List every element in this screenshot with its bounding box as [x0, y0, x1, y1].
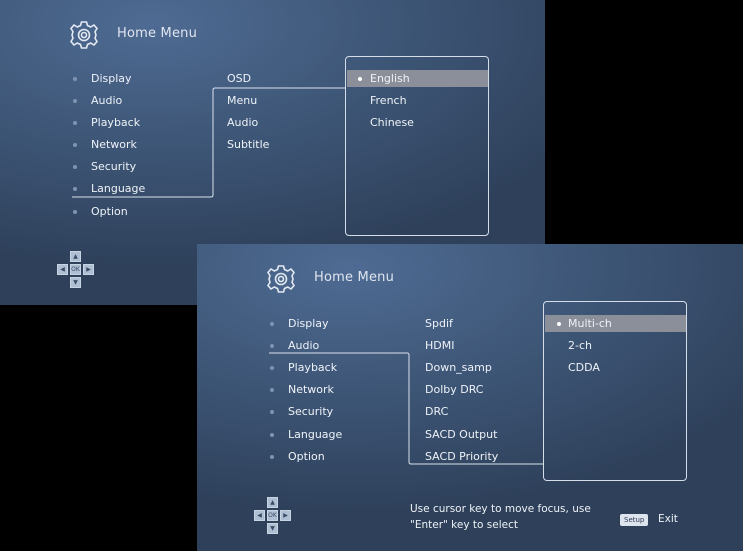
option-multi-ch[interactable]: Multi-ch [568, 317, 612, 330]
arrow-down-icon: ▼ [70, 277, 81, 288]
bullet-icon [73, 210, 77, 214]
menu-item-display[interactable]: Display [288, 317, 329, 330]
help-line-2: "Enter" key to select [410, 519, 518, 531]
option-2-ch[interactable]: 2-ch [568, 339, 592, 352]
page-title: Home Menu [314, 270, 395, 285]
menu-item-audio[interactable]: Audio [91, 94, 122, 107]
bullet-icon [270, 388, 274, 392]
bullet-icon [73, 187, 77, 191]
arrow-down-icon: ▼ [267, 523, 278, 534]
option-french[interactable]: French [370, 94, 407, 107]
menu-item-playback[interactable]: Playback [288, 361, 337, 374]
ok-key-icon: OK [267, 510, 278, 521]
bullet-icon [73, 77, 77, 81]
bullet-icon [270, 433, 274, 437]
page-title: Home Menu [117, 26, 198, 41]
menu-item-display[interactable]: Display [91, 72, 132, 85]
submenu-item-dolby-drc[interactable]: Dolby DRC [425, 383, 484, 396]
exit-label: Exit [658, 513, 678, 525]
submenu-item-drc[interactable]: DRC [425, 405, 448, 418]
arrow-up-icon: ▲ [70, 251, 81, 262]
arrow-right-icon: ▶ [83, 264, 94, 275]
submenu-item-hdmi[interactable]: HDMI [425, 339, 454, 352]
selected-dot-icon [557, 322, 561, 326]
menu-item-security[interactable]: Security [288, 405, 333, 418]
menu-item-option[interactable]: Option [288, 450, 325, 463]
help-text: Use cursor key to move focus, use "Enter… [410, 501, 591, 533]
arrow-left-icon: ◀ [57, 264, 68, 275]
ok-key-icon: OK [70, 264, 81, 275]
bullet-icon [270, 455, 274, 459]
arrow-right-icon: ▶ [280, 510, 291, 521]
menu-item-language[interactable]: Language [91, 182, 145, 195]
submenu-item-subtitle[interactable]: Subtitle [227, 138, 269, 151]
bullet-icon [270, 344, 274, 348]
option-english[interactable]: English [370, 72, 410, 85]
arrow-left-icon: ◀ [254, 510, 265, 521]
bullet-icon [270, 366, 274, 370]
selected-dot-icon [358, 77, 362, 81]
bullet-icon [270, 322, 274, 326]
bullet-icon [73, 165, 77, 169]
bullet-icon [73, 121, 77, 125]
submenu-item-spdif[interactable]: Spdif [425, 317, 453, 330]
option-highlight [347, 70, 488, 87]
option-highlight [545, 315, 686, 332]
bullet-icon [270, 410, 274, 414]
menu-item-network[interactable]: Network [91, 138, 137, 151]
gear-icon [267, 265, 295, 293]
setup-key-icon[interactable]: Setup [620, 514, 649, 526]
bullet-icon [73, 99, 77, 103]
dpad-icon: ▲ ◀ OK ▶ ▼ [57, 251, 95, 289]
submenu-item-audio[interactable]: Audio [227, 116, 258, 129]
arrow-up-icon: ▲ [267, 497, 278, 508]
bullet-icon [73, 143, 77, 147]
menu-item-playback[interactable]: Playback [91, 116, 140, 129]
menu-item-option[interactable]: Option [91, 205, 128, 218]
gear-icon [70, 21, 98, 49]
menu-item-security[interactable]: Security [91, 160, 136, 173]
menu-item-audio[interactable]: Audio [288, 339, 319, 352]
home-menu-screen-audio: Home Menu Display Audio Playback Network… [197, 244, 743, 551]
dpad-icon: ▲ ◀ OK ▶ ▼ [254, 497, 292, 535]
option-chinese[interactable]: Chinese [370, 116, 414, 129]
submenu-item-down-samp[interactable]: Down_samp [425, 361, 492, 374]
menu-item-language[interactable]: Language [288, 428, 342, 441]
submenu-item-menu[interactable]: Menu [227, 94, 257, 107]
help-line-1: Use cursor key to move focus, use [410, 503, 591, 515]
submenu-item-sacd-output[interactable]: SACD Output [425, 428, 497, 441]
menu-item-network[interactable]: Network [288, 383, 334, 396]
submenu-item-sacd-priority[interactable]: SACD Priority [425, 450, 498, 463]
submenu-item-osd[interactable]: OSD [227, 72, 251, 85]
option-cdda[interactable]: CDDA [568, 361, 600, 374]
